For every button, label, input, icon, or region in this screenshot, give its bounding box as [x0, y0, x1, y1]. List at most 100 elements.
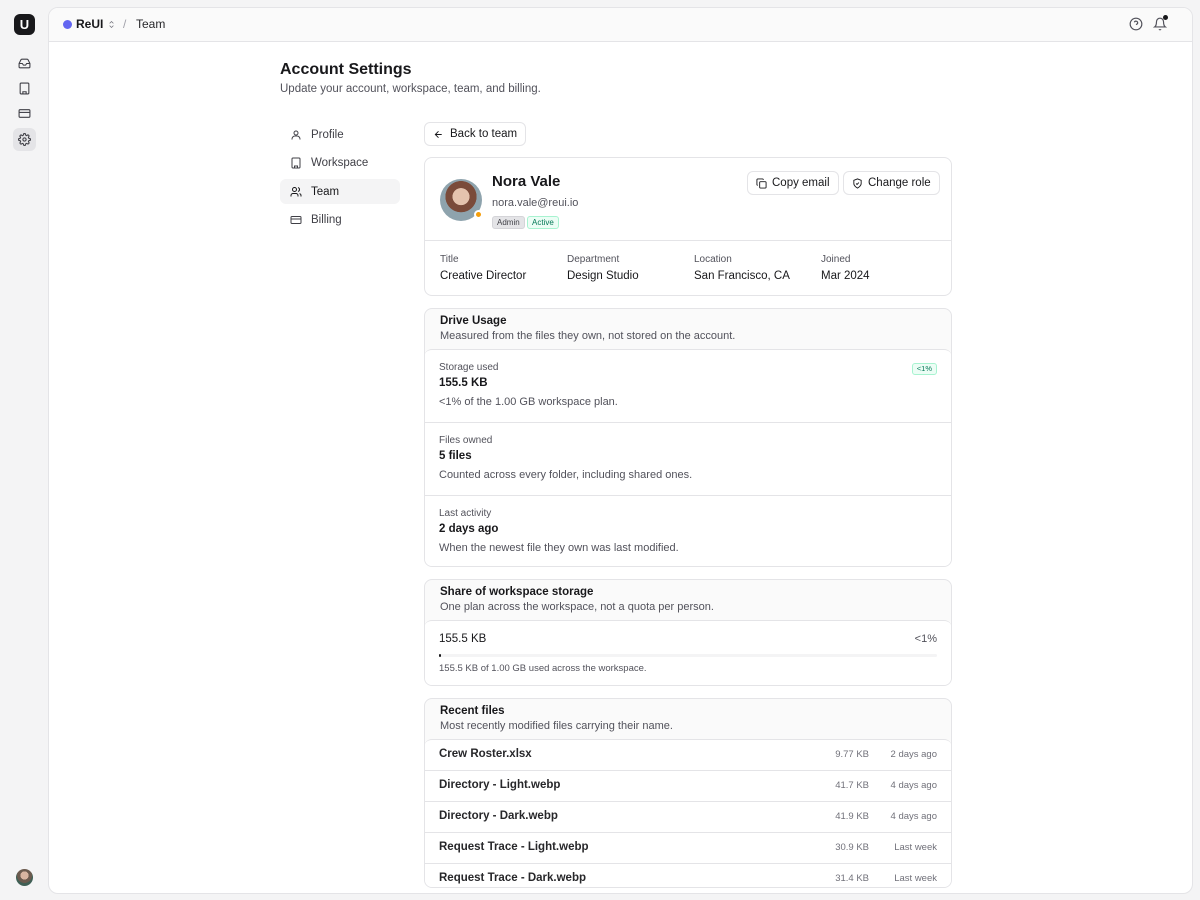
drive-usage-stats: Storage used <1% 155.5 KB <1% of the 1.0… — [425, 349, 951, 566]
meta-label: Location — [694, 254, 732, 265]
file-size: 31.4 KB — [835, 873, 869, 884]
member-profile-card: Nora Vale nora.vale@reui.io Admin Active… — [424, 157, 952, 296]
file-row[interactable]: Directory - Dark.webp 41.9 KB 4 days ago — [425, 802, 951, 833]
notification-dot — [1163, 15, 1168, 20]
file-time: 2 days ago — [890, 749, 937, 760]
file-size: 30.9 KB — [835, 842, 869, 853]
share-percent: <1% — [914, 633, 937, 645]
file-row[interactable]: Crew Roster.xlsx 9.77 KB 2 days ago — [425, 740, 951, 771]
stat-desc: <1% of the 1.00 GB workspace plan. — [439, 396, 618, 408]
building-icon[interactable] — [13, 77, 36, 100]
stat-label: Last activity — [439, 508, 492, 519]
nav-item-profile[interactable]: Profile — [280, 122, 400, 147]
workspace-name: ReUI — [76, 17, 104, 31]
copy-email-label: Copy email — [772, 177, 830, 189]
status-badge: Active — [527, 216, 559, 229]
chevrons-up-down-icon — [109, 20, 114, 28]
file-name: Request Trace - Light.webp — [439, 841, 589, 853]
share-caption: 155.5 KB of 1.00 GB used across the work… — [439, 663, 647, 674]
recent-files-card: Recent files Most recently modified file… — [424, 698, 952, 888]
share-used: 155.5 KB — [439, 633, 487, 645]
breadcrumb-separator: / — [123, 17, 127, 31]
help-icon[interactable] — [1129, 17, 1143, 31]
file-time: Last week — [894, 873, 937, 884]
workspace-dot — [63, 19, 72, 29]
divider — [425, 240, 951, 241]
meta-label: Title — [440, 254, 459, 265]
change-role-button[interactable]: Change role — [843, 171, 940, 195]
topbar: ReUI / Team — [49, 8, 1192, 42]
file-time: 4 days ago — [890, 780, 937, 791]
nav-item-label: Team — [311, 185, 340, 198]
credit-card-icon[interactable] — [13, 102, 36, 125]
stat-value: 155.5 KB — [439, 377, 488, 389]
share-title: Share of workspace storage — [440, 586, 594, 598]
file-row[interactable]: Request Trace - Dark.webp 31.4 KB Last w… — [425, 864, 951, 887]
page-subtitle: Update your account, workspace, team, an… — [280, 83, 541, 95]
nav-item-billing[interactable]: Billing — [280, 207, 400, 232]
recent-files-subtitle: Most recently modified files carrying th… — [440, 720, 673, 732]
page-title: Account Settings — [280, 61, 412, 78]
file-size: 9.77 KB — [835, 749, 869, 760]
storage-progress-bar — [439, 654, 937, 657]
meta-label: Department — [567, 254, 620, 265]
file-name: Directory - Light.webp — [439, 779, 561, 791]
workspace-switcher[interactable]: ReUI — [63, 17, 116, 31]
recent-files-title: Recent files — [440, 705, 505, 717]
breadcrumb-current: Team — [136, 17, 166, 31]
user-avatar[interactable] — [16, 869, 33, 886]
member-email: nora.vale@reui.io — [492, 197, 579, 209]
stat-desc: Counted across every folder, including s… — [439, 469, 693, 481]
file-row[interactable]: Directory - Light.webp 41.7 KB 4 days ag… — [425, 771, 951, 802]
main-panel: ReUI / Team Account Settings Update your… — [48, 7, 1193, 894]
workspace-share-card: Share of workspace storage One plan acro… — [424, 579, 952, 686]
nav-item-label: Billing — [311, 213, 342, 226]
drive-usage-title: Drive Usage — [440, 315, 507, 327]
nav-item-workspace[interactable]: Workspace — [280, 150, 400, 175]
shield-check-icon — [853, 177, 862, 189]
storage-progress-fill — [439, 654, 441, 657]
meta-value: San Francisco, CA — [694, 270, 790, 282]
arrow-left-icon — [434, 130, 442, 138]
users-icon — [290, 186, 302, 196]
change-role-label: Change role — [868, 177, 931, 189]
building-icon — [291, 157, 301, 168]
stat-value: 5 files — [439, 450, 472, 462]
copy-email-button[interactable]: Copy email — [747, 171, 839, 195]
presence-indicator — [474, 210, 483, 219]
stat-label: Storage used — [439, 362, 499, 373]
file-row[interactable]: Request Trace - Light.webp 30.9 KB Last … — [425, 833, 951, 864]
divider — [425, 422, 951, 423]
role-badge: Admin — [492, 216, 525, 229]
share-subtitle: One plan across the workspace, not a quo… — [440, 601, 714, 613]
stat-desc: When the newest file they own was last m… — [439, 542, 679, 554]
settings-icon[interactable] — [13, 128, 36, 151]
stat-value: 2 days ago — [439, 523, 499, 535]
nav-item-label: Profile — [311, 128, 344, 141]
app-logo[interactable]: U — [14, 14, 35, 35]
file-size: 41.9 KB — [835, 811, 869, 822]
credit-card-icon — [290, 215, 302, 224]
file-time: 4 days ago — [890, 811, 937, 822]
stat-label: Files owned — [439, 435, 493, 446]
meta-value: Mar 2024 — [821, 270, 870, 282]
app-rail: U — [0, 0, 48, 900]
inbox-icon[interactable] — [13, 52, 36, 75]
file-time: Last week — [894, 842, 937, 853]
back-label: Back to team — [450, 128, 518, 140]
back-to-team-button[interactable]: Back to team — [424, 122, 527, 146]
meta-label: Joined — [821, 254, 851, 265]
user-icon — [291, 130, 301, 139]
meta-value: Creative Director — [440, 270, 527, 282]
file-name: Request Trace - Dark.webp — [439, 872, 586, 884]
recent-files-list: Crew Roster.xlsx 9.77 KB 2 days ago Dire… — [425, 739, 951, 887]
storage-percent-badge: <1% — [911, 363, 937, 375]
share-body: 155.5 KB <1% 155.5 KB of 1.00 GB used ac… — [425, 620, 951, 685]
nav-item-team[interactable]: Team — [280, 179, 400, 204]
file-size: 41.7 KB — [835, 780, 869, 791]
file-name: Crew Roster.xlsx — [439, 748, 532, 760]
bell-icon[interactable] — [1152, 15, 1168, 31]
divider — [425, 495, 951, 496]
drive-usage-subtitle: Measured from the files they own, not st… — [440, 330, 736, 342]
drive-usage-card: Drive Usage Measured from the files they… — [424, 308, 952, 567]
